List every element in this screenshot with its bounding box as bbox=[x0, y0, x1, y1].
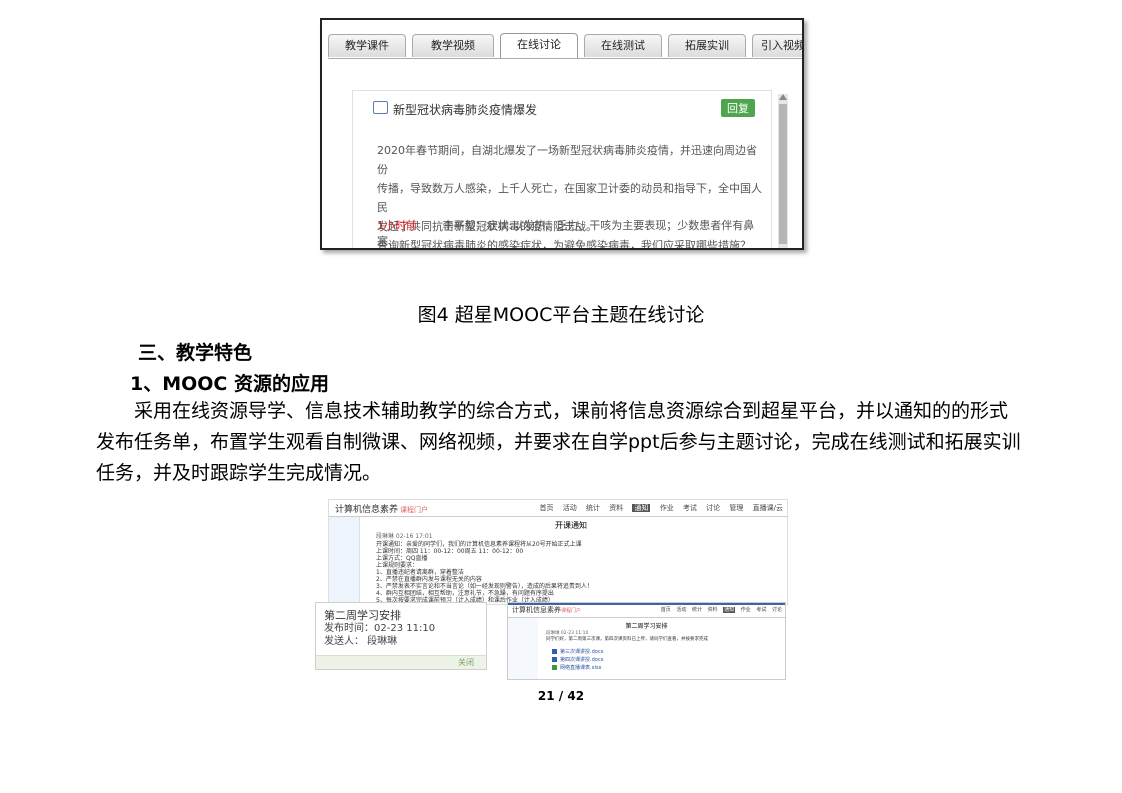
popup-close-button[interactable]: 关闭 bbox=[458, 657, 474, 668]
popup-footer: 关闭 bbox=[316, 655, 486, 669]
course-brand: 计算机信息素养课程门户 bbox=[512, 605, 581, 615]
section-heading: 三、教学特色 bbox=[138, 342, 253, 364]
nav-home[interactable]: 首页 bbox=[661, 607, 671, 613]
notice-screenshot-top: 计算机信息素养 课程门户 首页 活动 统计 资料 通知 作业 考试 讨论 管理 直… bbox=[328, 499, 788, 605]
notice-line: 1、直播违纪者请离群，穿着整洁 bbox=[376, 569, 464, 576]
topic-line: 2020年春节期间，自湖北爆发了一场新型冠状病毒肺炎疫情，并迅速向周边省份 bbox=[377, 144, 757, 176]
tab-online-discussion[interactable]: 在线讨论 bbox=[500, 33, 578, 58]
reply-row: 1小时前 李平毅：症状:以发热、乏力、干咳为主要表现；少数患者伴有鼻塞、 bbox=[377, 217, 771, 248]
tab-divider bbox=[328, 58, 802, 59]
scroll-up-icon[interactable] bbox=[779, 94, 787, 100]
nav-notice[interactable]: 通知 bbox=[632, 504, 651, 512]
notice-title: 第二周学习安排 bbox=[625, 623, 668, 630]
subsection-heading: 1、MOOC 资源的应用 bbox=[130, 373, 329, 395]
notice-line: 4、群内互相团结，相互帮助，注意礼节，不急躁，有问题有序提出 bbox=[376, 590, 554, 597]
topic-panel: 新型冠状病毒肺炎疫情爆发 回复 2020年春节期间，自湖北爆发了一场新型冠状病毒… bbox=[352, 90, 772, 248]
nav-items: 首页 活动 统计 资料 通知 作业 考试 讨论 管理 直播课/云 bbox=[533, 503, 783, 513]
tab-intro-video[interactable]: 引入视频 bbox=[752, 34, 802, 57]
scroll-thumb[interactable] bbox=[779, 104, 787, 244]
notice-meta: 段琳琳 02-16 17:01 bbox=[376, 533, 433, 540]
notice-line: 3、严禁发表不实言论和不当言论（如一经发现则警告），造成的后果将追责到人！ bbox=[376, 583, 593, 590]
notice-line: 开课通知：亲爱的同学们，我们的计算机信息素养课程将从20号开始正式上课 bbox=[376, 541, 582, 548]
popup-sender: 发送人： 段琳琳 bbox=[324, 636, 398, 647]
reply-button[interactable]: 回复 bbox=[721, 99, 755, 117]
attachment-name[interactable]: 第四次课讲授.docx bbox=[560, 657, 604, 663]
course-tabs: 教学课件 教学视频 在线讨论 在线测试 拓展实训 引入视频 bbox=[328, 33, 802, 58]
nav-manage[interactable]: 管理 bbox=[729, 504, 743, 512]
figure-caption: 图4 超星MOOC平台主题在线讨论 bbox=[417, 304, 705, 326]
notice-line: 上课方式：QQ直播 bbox=[376, 555, 428, 562]
nav-homework[interactable]: 作业 bbox=[741, 607, 751, 613]
notice-line: 同学们好，第二周第三次课，第四次课资料已上传，请同学们查看，并按要求完成 bbox=[546, 637, 708, 642]
word-file-icon bbox=[552, 657, 557, 662]
nav-activity[interactable]: 活动 bbox=[676, 607, 686, 613]
nav-live[interactable]: 直播课/云 bbox=[753, 504, 783, 512]
notice-title: 开课通知 bbox=[555, 521, 587, 530]
notice-lines: 开课通知：亲爱的同学们，我们的计算机信息素养课程将从20号开始正式上课 上课时间… bbox=[376, 541, 776, 604]
nav-activity[interactable]: 活动 bbox=[563, 504, 577, 512]
brand-sub: 课程门户 bbox=[400, 506, 429, 514]
excel-file-icon bbox=[552, 665, 557, 670]
nav-materials[interactable]: 资料 bbox=[708, 607, 718, 613]
attachment-item[interactable]: 第三次课讲授.docx bbox=[552, 648, 604, 656]
topic-line: 传播，导致数万人感染，上千人死亡，在国家卫计委的动员和指导下，全中国人民 bbox=[377, 182, 762, 214]
course-nav: 计算机信息素养课程门户 首页 活动 统计 资料 通知 作业 考试 讨论 bbox=[508, 603, 785, 618]
notice-line: 上课规则要求： bbox=[376, 562, 419, 569]
notice-popup: 第二周学习安排 发布时间：02-23 11:10 发送人： 段琳琳 关闭 bbox=[315, 602, 487, 670]
nav-exam[interactable]: 考试 bbox=[756, 607, 766, 613]
brand-name: 计算机信息素养 bbox=[335, 505, 399, 515]
nav-home[interactable]: 首页 bbox=[540, 504, 554, 512]
brand-sub: 课程门户 bbox=[561, 608, 582, 614]
course-nav: 计算机信息素养 课程门户 首页 活动 统计 资料 通知 作业 考试 讨论 管理 直… bbox=[329, 500, 787, 517]
nav-discussion[interactable]: 讨论 bbox=[772, 607, 782, 613]
nav-stats[interactable]: 统计 bbox=[692, 607, 702, 613]
attachment-name[interactable]: 第三次课讲授.docx bbox=[560, 649, 604, 655]
nav-stats[interactable]: 统计 bbox=[586, 504, 600, 512]
nav-homework[interactable]: 作业 bbox=[660, 504, 674, 512]
topic-title[interactable]: 新型冠状病毒肺炎疫情爆发 bbox=[393, 101, 537, 118]
notice-card: 开课通知 段琳琳 02-16 17:01 开课通知：亲爱的同学们，我们的计算机信… bbox=[364, 517, 778, 604]
left-sidebar bbox=[329, 517, 360, 604]
tab-courseware[interactable]: 教学课件 bbox=[328, 34, 406, 57]
nav-materials[interactable]: 资料 bbox=[609, 504, 623, 512]
word-file-icon bbox=[552, 649, 557, 654]
attachment-item[interactable]: 第四次课讲授.docx bbox=[552, 656, 604, 664]
brand-name: 计算机信息素养 bbox=[512, 606, 561, 614]
discussion-screenshot: 教学课件 教学视频 在线讨论 在线测试 拓展实训 引入视频 新型冠状病毒肺炎疫情… bbox=[320, 18, 804, 250]
scrollbar[interactable] bbox=[778, 94, 788, 248]
notice-line: 上课时间：周四 11：00-12：00周五 11：00-12：00 bbox=[376, 548, 524, 555]
notice-screenshot-bottom: 计算机信息素养课程门户 首页 活动 统计 资料 通知 作业 考试 讨论 第二周学… bbox=[507, 602, 786, 680]
reply-text: 李平毅：症状:以发热、乏力、干咳为主要表现；少数患者伴有鼻塞、 bbox=[377, 219, 755, 248]
tab-online-test[interactable]: 在线测试 bbox=[584, 34, 662, 57]
attachment-name[interactable]: 网络直播课表.xlsx bbox=[560, 665, 602, 671]
chat-icon bbox=[373, 101, 388, 114]
nav-discussion[interactable]: 讨论 bbox=[706, 504, 720, 512]
nav-notice[interactable]: 通知 bbox=[723, 607, 736, 613]
tab-videos[interactable]: 教学视频 bbox=[412, 34, 494, 57]
nav-items: 首页 活动 统计 资料 通知 作业 考试 讨论 bbox=[657, 606, 782, 613]
tab-training[interactable]: 拓展实训 bbox=[668, 34, 746, 57]
paragraph-text: 采用在线资源导学、信息技术辅助教学的综合方式，课前将信息资源综合到超星平台，并以… bbox=[96, 400, 1021, 484]
attachment-item[interactable]: 网络直播课表.xlsx bbox=[552, 664, 604, 672]
body-paragraph: 采用在线资源导学、信息技术辅助教学的综合方式，课前将信息资源综合到超星平台，并以… bbox=[96, 396, 1026, 489]
attachment-list: 第三次课讲授.docx 第四次课讲授.docx 网络直播课表.xlsx bbox=[552, 648, 604, 672]
nav-exam[interactable]: 考试 bbox=[683, 504, 697, 512]
notice-line: 2、严禁在直播群内发与课程无关的内容 bbox=[376, 576, 482, 583]
course-brand: 计算机信息素养课程门户 bbox=[335, 502, 428, 515]
page-number: 21 / 42 bbox=[537, 689, 585, 703]
reply-time: 1小时前 bbox=[377, 219, 417, 232]
